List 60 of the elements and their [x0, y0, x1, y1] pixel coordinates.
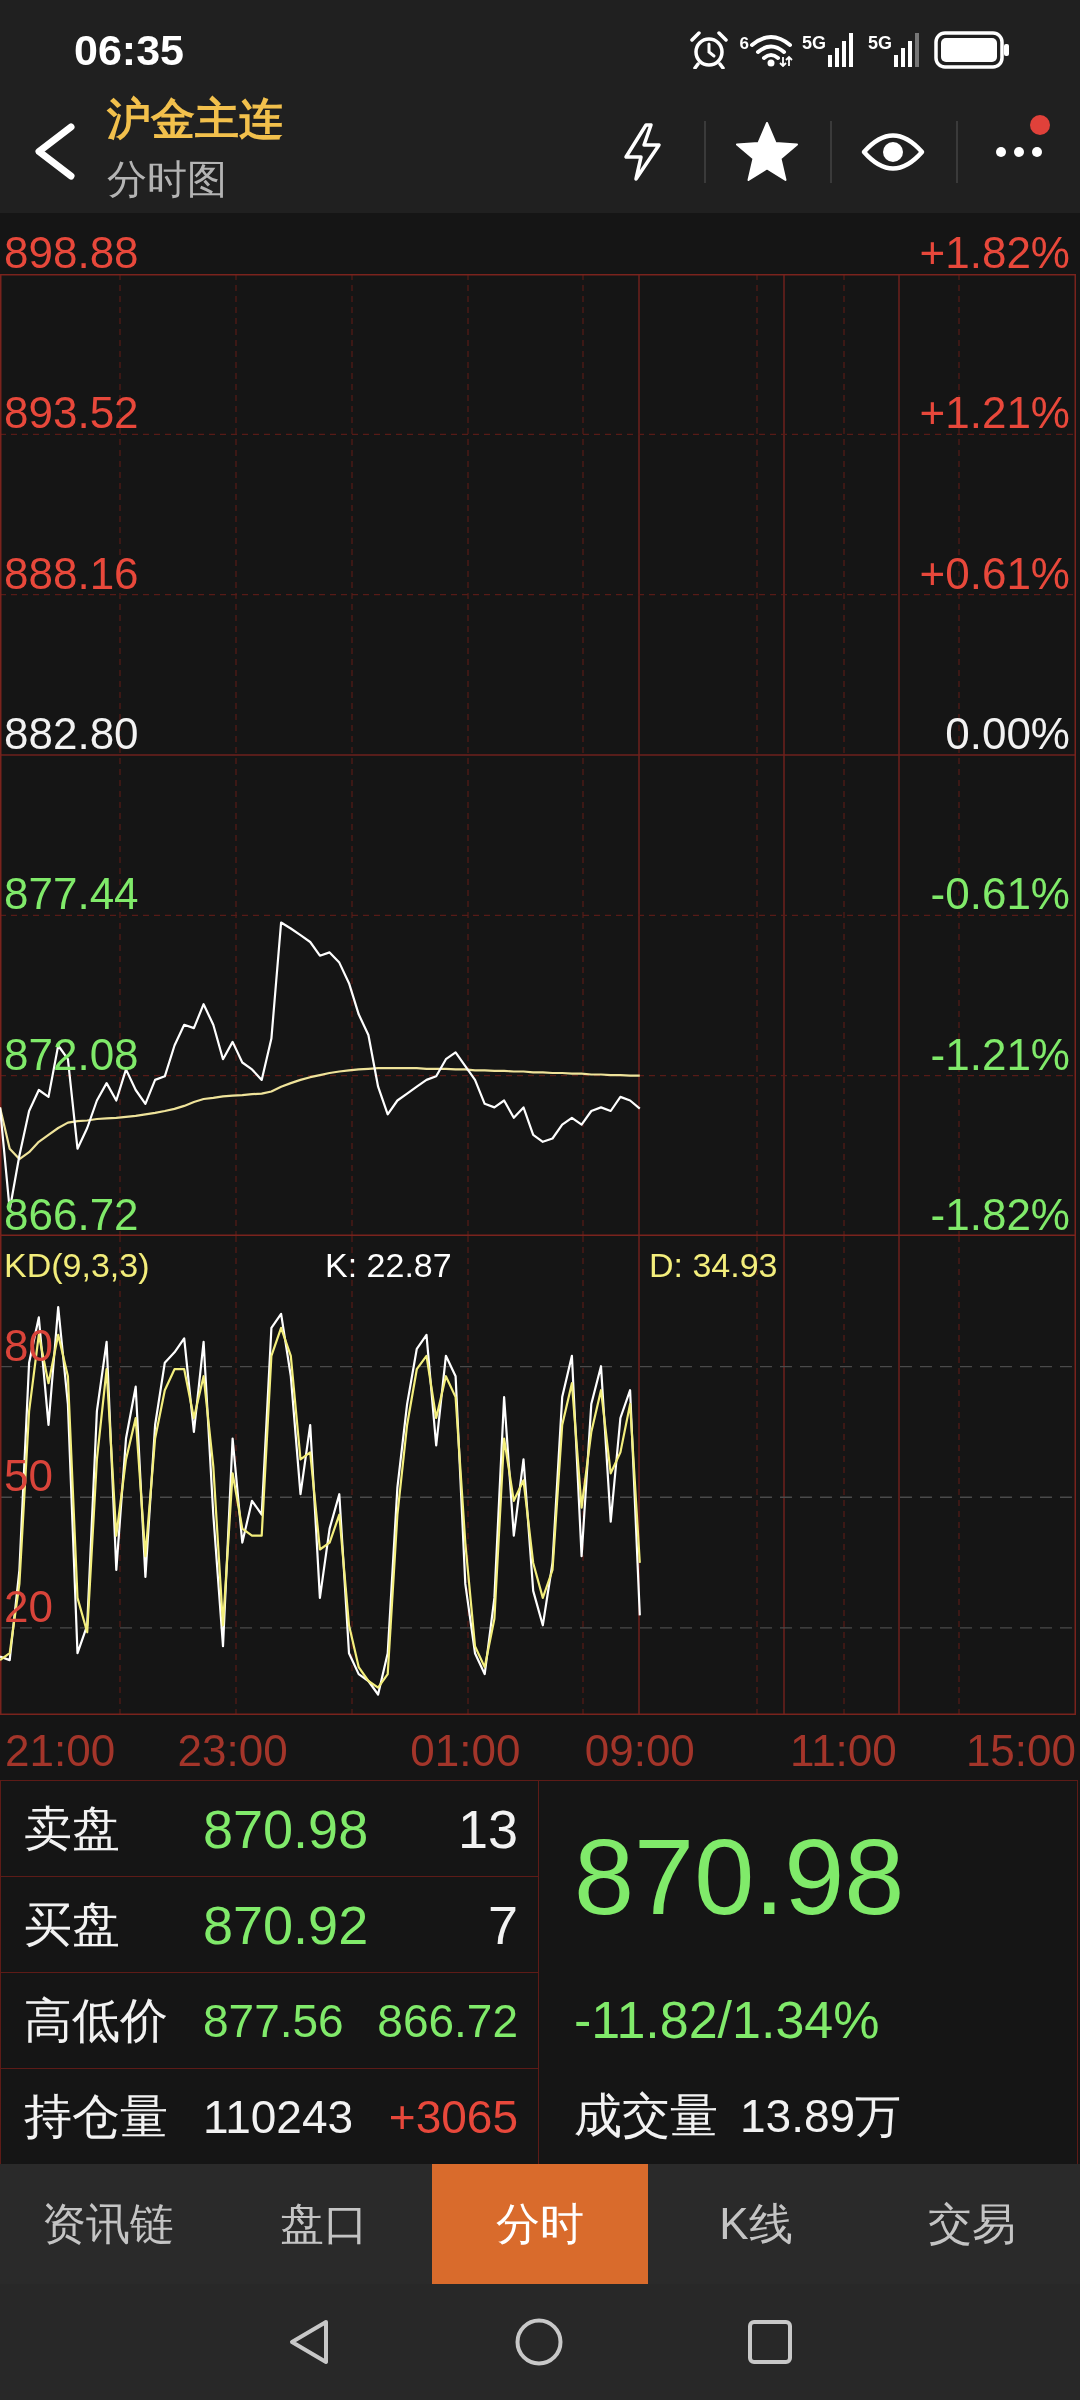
change-axis-label: +1.21%: [919, 394, 1070, 433]
wifi-icon: [748, 33, 793, 67]
star-icon[interactable]: [735, 121, 799, 182]
change-axis-label: 0.00%: [945, 715, 1070, 753]
order-volume: 7: [487, 1896, 518, 1953]
indicator-title: KD(9,3,3): [4, 1246, 150, 1284]
change-axis-label: +0.61%: [919, 554, 1070, 593]
nav-back-icon[interactable]: [288, 2318, 330, 2366]
time-axis-label: 09:00: [584, 1729, 695, 1773]
status-time: 06:35: [74, 26, 184, 74]
signal-bars-icon: [894, 33, 920, 67]
network-type-label: 5G: [868, 33, 892, 53]
alarm-clock-icon: [689, 31, 728, 69]
high-price: 877.56: [203, 1993, 344, 2049]
price-axis-label: 866.72: [4, 1196, 139, 1234]
price-axis-label: 898.88: [4, 234, 139, 272]
tab[interactable]: 交易: [864, 2164, 1080, 2284]
change-axis-label: -0.61%: [930, 875, 1070, 914]
time-axis-label: 01:00: [410, 1729, 521, 1773]
wifi-standard-label: 6: [739, 35, 749, 53]
time-axis-label: 11:00: [789, 1729, 897, 1773]
indicator-value: K: 22.87: [325, 1246, 452, 1284]
quote-label: 持仓量: [24, 2088, 169, 2145]
more-icon[interactable]: [995, 145, 1043, 158]
tab[interactable]: 盘口: [216, 2164, 432, 2284]
eye-icon[interactable]: [861, 130, 925, 173]
order-price: 870.98: [203, 1800, 369, 1857]
order-volume: 13: [457, 1800, 518, 1857]
last-price: 870.98: [574, 1820, 905, 1933]
open-interest-change: +3065: [388, 2089, 518, 2145]
price-axis-label: 882.80: [4, 715, 139, 753]
low-price: 866.72: [377, 1993, 518, 2049]
network-type-label: 5G: [801, 33, 826, 53]
tab[interactable]: 资讯链: [0, 2164, 216, 2284]
volume-value: 13.89万: [740, 2089, 902, 2145]
quote-label: 高低价: [24, 1992, 169, 2049]
open-interest-value: 110243: [203, 2089, 354, 2145]
price-axis-label: 877.44: [4, 875, 139, 914]
lightning-icon[interactable]: [621, 121, 663, 182]
price-change: -11.82/1.34%: [574, 1990, 880, 2051]
signal-bars-icon: [828, 33, 854, 67]
battery-icon: [934, 31, 1010, 69]
nav-home-icon[interactable]: [515, 2318, 563, 2366]
change-axis-label: -1.82%: [930, 1196, 1070, 1234]
quote-label: 买盘: [24, 1896, 121, 1953]
quote-label: 卖盘: [24, 1800, 121, 1857]
change-axis-label: -1.21%: [930, 1035, 1070, 1074]
change-axis-label: +1.82%: [919, 234, 1070, 272]
volume-label: 成交量: [574, 2088, 718, 2145]
nav-recents-icon[interactable]: [748, 2320, 792, 2364]
order-price: 870.92: [203, 1896, 369, 1953]
tab[interactable]: K线: [648, 2164, 864, 2284]
time-axis-label: 23:00: [177, 1729, 288, 1773]
price-axis-label: 893.52: [4, 394, 139, 433]
time-axis-label: 21:00: [5, 1729, 116, 1773]
view-subtitle: 分时图: [107, 155, 227, 203]
indicator-value: D: 34.93: [649, 1246, 778, 1284]
time-axis-label: 15:00: [965, 1729, 1076, 1773]
contract-title: 沪金主连: [107, 92, 283, 145]
price-axis-label: 888.16: [4, 554, 139, 593]
